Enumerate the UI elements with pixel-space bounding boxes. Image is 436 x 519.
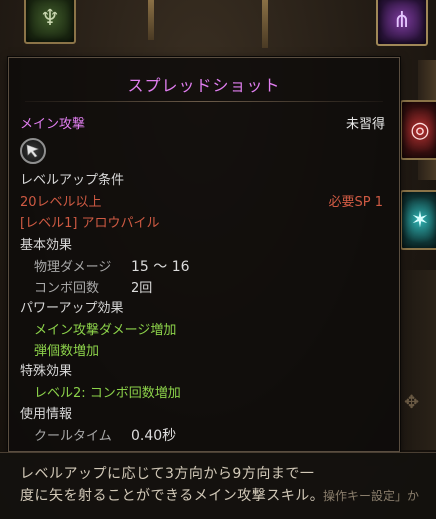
skill-slot-arrows[interactable]: ⋔ xyxy=(376,0,428,46)
ornament-icon: ✥ xyxy=(404,392,420,413)
skill-slot-cyan[interactable]: ✶ xyxy=(400,190,436,250)
frame-bar xyxy=(148,0,154,40)
skill-slot-bow[interactable]: ♆ xyxy=(24,0,76,44)
skill-description: 操作キー設定」か レベルアップに応じて3方向から9方向まで一 度に矢を射ることが… xyxy=(0,452,436,519)
skill-title: スプレッドショット xyxy=(127,76,281,95)
basic-header: 基本効果 xyxy=(20,238,73,253)
cooldown-value: 0.40秒 xyxy=(131,428,177,444)
cooldown-label: クールタイム xyxy=(34,429,112,444)
damage-label: 物理ダメージ xyxy=(34,260,112,275)
usage-header: 使用情報 xyxy=(20,407,73,422)
combo-label: コンボ回数 xyxy=(34,281,100,296)
description-line: レベルアップに応じて3方向から9方向まで一 xyxy=(20,466,315,482)
skill-type: メイン攻撃 xyxy=(20,117,86,132)
divider xyxy=(25,101,383,102)
special-effect: レベル2: コンボ回数増加 xyxy=(34,386,181,401)
skill-slot-red[interactable]: ◎ xyxy=(400,100,436,160)
arrow-cursor-glyph xyxy=(26,144,39,158)
condition-header: レベルアップ条件 xyxy=(20,173,125,188)
damage-value: 15 〜 16 xyxy=(131,259,190,275)
prerequisite-skill: [レベル1] アロウパイル xyxy=(20,216,160,231)
powerup-item: 弾個数増加 xyxy=(34,344,100,359)
sp-required: 必要SP 1 xyxy=(328,195,384,210)
skill-tooltip: スプレッドショット メイン攻撃 未習得 レベルアップ条件 20レベル以上 必要S… xyxy=(8,57,400,452)
arrows-icon: ⋔ xyxy=(392,7,412,33)
target-icon: ◎ xyxy=(410,117,430,143)
burst-icon: ✶ xyxy=(410,207,430,233)
description-text: レベルアップに応じて3方向から9方向まで一 度に矢を射ることができるメイン攻撃ス… xyxy=(20,463,410,507)
powerup-header: パワーアップ効果 xyxy=(20,301,124,316)
special-header: 特殊効果 xyxy=(20,364,73,379)
learn-state: 未習得 xyxy=(345,117,385,132)
condition-level: 20レベル以上 xyxy=(20,195,102,210)
combo-value: 2回 xyxy=(131,281,153,296)
powerup-item: メイン攻撃ダメージ増加 xyxy=(34,323,177,338)
arrow-cursor-icon xyxy=(20,138,46,164)
description-line: 度に矢を射ることができるメイン攻撃スキル。 xyxy=(20,488,325,504)
side-panel xyxy=(400,270,436,450)
bow-icon: ♆ xyxy=(40,5,60,31)
frame-bar xyxy=(262,0,268,48)
